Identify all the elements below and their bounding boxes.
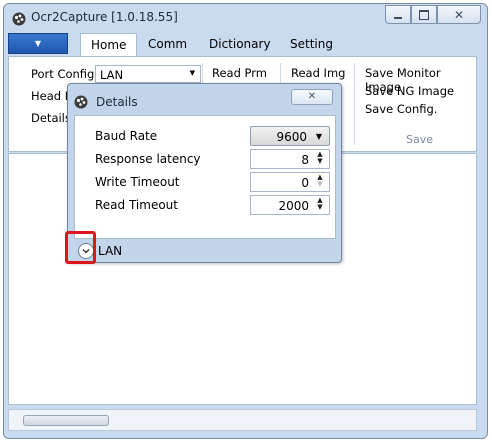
- baud-rate-select[interactable]: 9600 ▼: [250, 126, 330, 146]
- spin-down-icon[interactable]: ▼: [315, 158, 325, 165]
- port-config-select[interactable]: LAN ▼: [95, 65, 201, 83]
- response-latency-field[interactable]: 8 ▲ ▼: [250, 149, 330, 169]
- write-timeout-label: Write Timeout: [95, 175, 180, 189]
- save-group-label: Save: [406, 133, 434, 146]
- write-timeout-field[interactable]: 0 ▲ ▼: [250, 172, 330, 192]
- application-menu-button[interactable]: ▼: [8, 33, 68, 54]
- response-latency-label: Response latency: [95, 152, 201, 166]
- port-config-label: Port Config: [31, 67, 95, 81]
- port-config-value: LAN: [100, 68, 124, 82]
- close-icon: ✕: [453, 7, 465, 22]
- dialog-body: Baud Rate 9600 ▼ Response latency 8 ▲ ▼ W…: [74, 115, 336, 239]
- maximize-button[interactable]: [411, 5, 437, 24]
- read-timeout-label: Read Timeout: [95, 198, 178, 212]
- minimize-button[interactable]: [385, 5, 411, 24]
- maximize-icon: [419, 9, 429, 20]
- details-dialog: Details ✕ Baud Rate 9600 ▼ Response late…: [67, 83, 342, 263]
- dialog-close-button[interactable]: ✕: [291, 89, 333, 105]
- app-icon: [12, 12, 26, 26]
- tab-home[interactable]: Home: [80, 33, 138, 57]
- tab-comm[interactable]: Comm: [148, 37, 187, 51]
- save-config-button[interactable]: Save Config.: [365, 102, 437, 116]
- read-timeout-value: 2000: [278, 199, 309, 213]
- app-icon: [74, 95, 88, 109]
- horizontal-scrollbar[interactable]: [8, 409, 477, 431]
- window-title: Ocr2Capture [1.0.18.55]: [31, 10, 178, 24]
- dropdown-arrow-icon: ▼: [315, 132, 322, 141]
- dropdown-arrow-icon: ▼: [189, 69, 195, 77]
- title-bar: Ocr2Capture [1.0.18.55] ✕: [4, 4, 487, 32]
- close-icon: ✕: [307, 91, 317, 102]
- close-button[interactable]: ✕: [437, 5, 481, 24]
- dialog-title: Details: [96, 95, 138, 109]
- tab-setting[interactable]: Setting: [290, 37, 333, 51]
- baud-rate-label: Baud Rate: [95, 129, 158, 143]
- scrollbar-thumb[interactable]: [23, 415, 109, 426]
- separator: [354, 63, 355, 145]
- minimize-icon: [394, 16, 402, 19]
- read-prm-button[interactable]: Read Prm: [212, 66, 267, 80]
- expander-label: LAN: [98, 244, 123, 258]
- write-timeout-value: 0: [301, 176, 309, 190]
- highlight-box: [65, 231, 96, 264]
- spin-down-icon[interactable]: ▼: [315, 181, 325, 188]
- tab-dictionary[interactable]: Dictionary: [209, 37, 271, 51]
- spin-down-icon[interactable]: ▼: [315, 204, 325, 211]
- ribbon-tabs: ▼ Home Comm Dictionary Setting: [8, 31, 477, 57]
- response-latency-value: 8: [301, 153, 309, 167]
- read-timeout-field[interactable]: 2000 ▲ ▼: [250, 195, 330, 215]
- save-ng-image-button[interactable]: Save NG Image: [365, 84, 454, 98]
- details-button[interactable]: Details: [31, 111, 71, 125]
- lan-expander[interactable]: LAN: [74, 241, 336, 261]
- dropdown-arrow-icon: ▼: [34, 39, 42, 48]
- read-img-button[interactable]: Read Img: [291, 66, 345, 80]
- baud-rate-value: 9600: [276, 130, 307, 144]
